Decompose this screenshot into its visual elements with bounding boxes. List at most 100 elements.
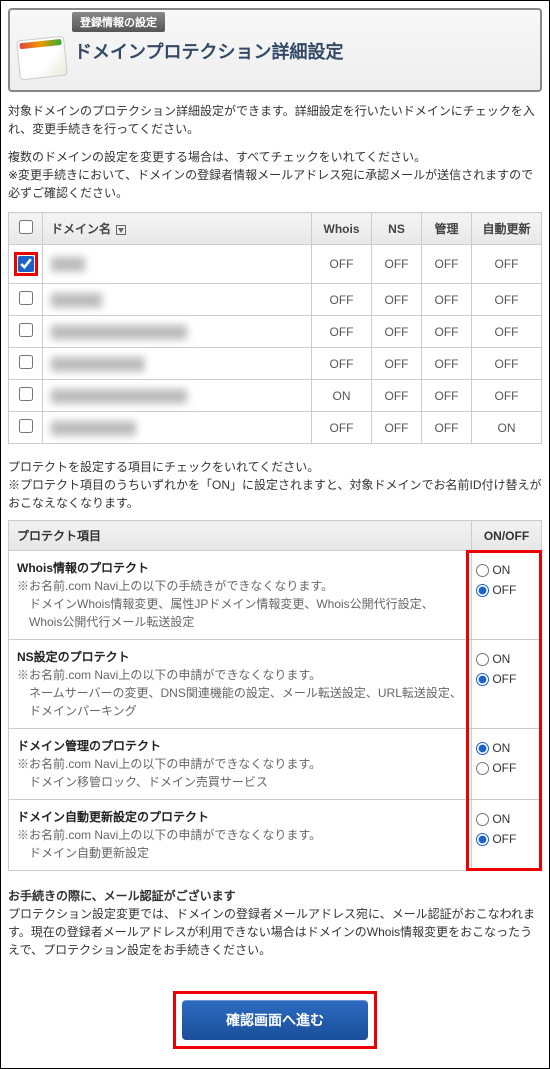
radio-off-label[interactable]: OFF xyxy=(476,759,533,777)
domain-name-text: ████████████████ xyxy=(51,325,187,339)
intro-text: 対象ドメインのプロテクション詳細設定ができます。詳細設定を行いたいドメインにチェ… xyxy=(8,102,542,138)
protect-header-onoff: ON/OFF xyxy=(472,521,542,551)
table-row: ████████████████OFFOFFOFFOFF xyxy=(9,316,542,348)
highlight-box xyxy=(14,252,38,276)
status-cell: OFF xyxy=(312,316,372,348)
row-checkbox[interactable] xyxy=(19,355,33,369)
radio-off[interactable] xyxy=(476,584,489,597)
protect-intro2: ※プロテクト項目のうちいずれかを「ON」に設定されますと、対象ドメインでお名前I… xyxy=(8,478,542,510)
status-cell: OFF xyxy=(422,380,472,412)
domain-name-text: ██████████ xyxy=(51,421,136,435)
status-cell: OFF xyxy=(472,348,542,380)
status-cell: OFF xyxy=(422,245,472,284)
status-cell: OFF xyxy=(422,412,472,444)
table-row: ████OFFOFFOFFOFF xyxy=(9,245,542,284)
protect-intro1: プロテクトを設定する項目にチェックをいれてください。 xyxy=(8,460,319,474)
protect-title: ドメイン自動更新設定のプロテクト xyxy=(17,810,209,824)
radio-off-label[interactable]: OFF xyxy=(476,581,533,599)
footer-note: お手続きの際に、メール認証がございます プロテクション設定変更では、ドメインの登… xyxy=(8,887,542,959)
status-cell: OFF xyxy=(472,284,542,316)
protect-detail: ドメイン移管ロック、ドメイン売買サービス xyxy=(17,773,268,791)
protect-table: プロテクト項目 ON/OFF Whois情報のプロテクト ※お名前.com Nav… xyxy=(8,520,542,871)
sort-down-icon[interactable] xyxy=(116,225,126,235)
radio-on-label[interactable]: ON xyxy=(476,561,533,579)
domain-name-text: ████████████████ xyxy=(51,389,187,403)
header-tab: 登録情報の設定 xyxy=(72,12,165,32)
col-domain[interactable]: ドメイン名 xyxy=(51,222,111,236)
row-checkbox[interactable] xyxy=(19,387,33,401)
radio-off[interactable] xyxy=(476,833,489,846)
note-icon xyxy=(16,36,68,81)
status-cell: OFF xyxy=(372,284,422,316)
protect-sub: ※お名前.com Navi上の以下の申請ができなくなります。 xyxy=(17,757,321,771)
status-cell: ON xyxy=(472,412,542,444)
protect-sub: ※お名前.com Navi上の以下の申請ができなくなります。 xyxy=(17,828,321,842)
row-checkbox[interactable] xyxy=(19,291,33,305)
status-cell: OFF xyxy=(472,245,542,284)
protect-detail: ネームサーバーの変更、DNS関連機能の設定、メール転送設定、URL転送設定、ドメ… xyxy=(17,684,463,720)
status-cell: ON xyxy=(312,380,372,412)
col-manage: 管理 xyxy=(422,213,472,245)
protect-detail: ドメイン自動更新設定 xyxy=(17,844,149,862)
protect-row: Whois情報のプロテクト ※お名前.com Navi上の以下の手続きができなくな… xyxy=(9,551,542,640)
header-box: 登録情報の設定 ドメインプロテクション詳細設定 xyxy=(8,8,542,92)
select-all-checkbox[interactable] xyxy=(19,220,33,234)
status-cell: OFF xyxy=(372,412,422,444)
protect-title: ドメイン管理のプロテクト xyxy=(17,739,161,753)
radio-off[interactable] xyxy=(476,673,489,686)
status-cell: OFF xyxy=(372,316,422,348)
domain-name-text: ███████████ xyxy=(51,357,145,371)
protect-sub: ※お名前.com Navi上の以下の申請ができなくなります。 xyxy=(17,668,321,682)
footer-bold: お手続きの際に、メール認証がございます xyxy=(8,889,236,903)
domain-table: ドメイン名 Whois NS 管理 自動更新 ████OFFOFFOFFOFF█… xyxy=(8,212,542,444)
radio-on[interactable] xyxy=(476,813,489,826)
radio-on-label[interactable]: ON xyxy=(476,739,533,757)
note-line2: ※変更手続きにおいて、ドメインの登録者情報メールアドレス宛に承認メールが送信され… xyxy=(8,168,533,200)
radio-off-label[interactable]: OFF xyxy=(476,670,533,688)
col-ns: NS xyxy=(372,213,422,245)
radio-on[interactable] xyxy=(476,564,489,577)
status-cell: OFF xyxy=(372,380,422,412)
protect-row: NS設定のプロテクト ※お名前.com Navi上の以下の申請ができなくなります。… xyxy=(9,640,542,729)
status-cell: OFF xyxy=(372,348,422,380)
protect-sub: ※お名前.com Navi上の以下の手続きができなくなります。 xyxy=(17,579,333,593)
protect-intro: プロテクトを設定する項目にチェックをいれてください。 ※プロテクト項目のうちいず… xyxy=(8,458,542,512)
protect-title: NS設定のプロテクト xyxy=(17,650,130,664)
table-row: ███████████OFFOFFOFFOFF xyxy=(9,348,542,380)
status-cell: OFF xyxy=(312,245,372,284)
domain-name-text: ████ xyxy=(51,257,85,271)
button-highlight: 確認画面へ進む xyxy=(173,991,377,1049)
status-cell: OFF xyxy=(422,284,472,316)
radio-on-label[interactable]: ON xyxy=(476,810,533,828)
status-cell: OFF xyxy=(422,316,472,348)
row-checkbox[interactable] xyxy=(19,419,33,433)
status-cell: OFF xyxy=(472,316,542,348)
status-cell: OFF xyxy=(312,348,372,380)
table-row: ████████████████ONOFFOFFOFF xyxy=(9,380,542,412)
row-checkbox[interactable] xyxy=(18,256,34,272)
col-whois: Whois xyxy=(312,213,372,245)
radio-on[interactable] xyxy=(476,742,489,755)
col-autorenew: 自動更新 xyxy=(472,213,542,245)
status-cell: OFF xyxy=(472,380,542,412)
radio-on-label[interactable]: ON xyxy=(476,650,533,668)
domain-name-text: ██████ xyxy=(51,293,102,307)
footer-body: プロテクション設定変更では、ドメインの登録者メールアドレス宛に、メール認証がおこ… xyxy=(8,907,535,957)
radio-off[interactable] xyxy=(476,762,489,775)
protect-header-item: プロテクト項目 xyxy=(9,521,472,551)
page-title: ドメインプロテクション詳細設定 xyxy=(74,38,343,64)
status-cell: OFF xyxy=(312,412,372,444)
radio-off-label[interactable]: OFF xyxy=(476,830,533,848)
protect-row: ドメイン自動更新設定のプロテクト ※お名前.com Navi上の以下の申請ができな… xyxy=(9,800,542,871)
note-line1: 複数のドメインの設定を変更する場合は、すべてチェックをいれてください。 xyxy=(8,150,426,164)
table-row: ██████OFFOFFOFFOFF xyxy=(9,284,542,316)
protect-row: ドメイン管理のプロテクト ※お名前.com Navi上の以下の申請ができなくなりま… xyxy=(9,729,542,800)
status-cell: OFF xyxy=(312,284,372,316)
protect-detail: ドメインWhois情報変更、属性JPドメイン情報変更、Whois公開代行設定、W… xyxy=(17,595,463,631)
confirm-button[interactable]: 確認画面へ進む xyxy=(182,1000,368,1040)
row-checkbox[interactable] xyxy=(19,323,33,337)
status-cell: OFF xyxy=(422,348,472,380)
note-text: 複数のドメインの設定を変更する場合は、すべてチェックをいれてください。 ※変更手… xyxy=(8,148,542,202)
protect-title: Whois情報のプロテクト xyxy=(17,561,149,575)
radio-on[interactable] xyxy=(476,653,489,666)
